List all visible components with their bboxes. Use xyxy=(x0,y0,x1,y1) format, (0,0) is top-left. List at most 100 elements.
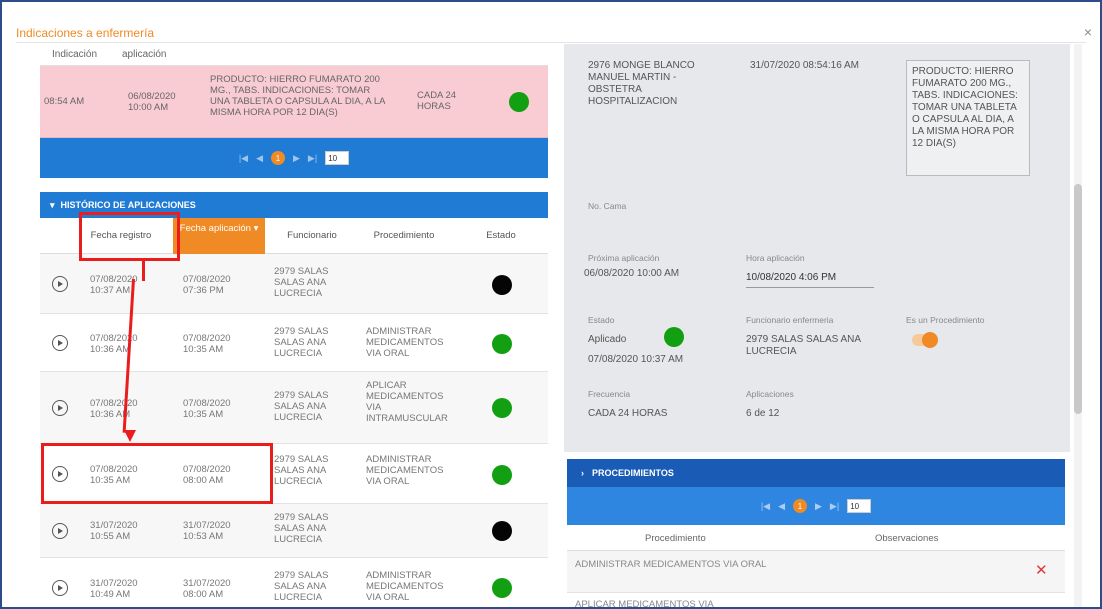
play-icon[interactable] xyxy=(52,580,68,596)
scrollbar[interactable] xyxy=(1074,44,1082,607)
table-row[interactable]: 07/08/2020 10:36 AM 07/08/2020 10:35 AM … xyxy=(40,314,548,372)
cell-procedimiento: ADMINISTRAR MEDICAMENTOS VIA ORAL xyxy=(366,326,444,359)
pager-current-page[interactable]: 1 xyxy=(271,151,285,165)
cell-registro: 07/08/2020 10:36 AM xyxy=(90,333,138,355)
medico-value: 2976 MONGE BLANCO MANUEL MARTIN - OBSTET… xyxy=(588,60,695,107)
play-icon[interactable] xyxy=(52,523,68,539)
cell-funcionario: 2979 SALAS SALAS ANA LUCRECIA xyxy=(274,266,329,299)
left-panel: Indicación aplicación 08:54 AM 06/08/202… xyxy=(40,44,548,607)
detail-panel: 2976 MONGE BLANCO MANUEL MARTIN - OBSTET… xyxy=(564,44,1070,452)
cell-aplicacion: 31/07/2020 10:53 AM xyxy=(183,520,231,542)
annotation-arrowhead xyxy=(124,430,136,442)
cell-registro: 07/08/2020 10:37 AM xyxy=(90,274,138,296)
table-row[interactable]: 31/07/2020 10:49 AM 31/07/2020 08:00 AM … xyxy=(40,558,548,607)
play-icon[interactable] xyxy=(52,276,68,292)
status-dot xyxy=(492,334,512,354)
cell-procedimiento: ADMINISTRAR MEDICAMENTOS VIA ORAL xyxy=(366,454,444,487)
proxima-value: 06/08/2020 10:00 AM xyxy=(584,268,680,279)
status-dot xyxy=(492,398,512,418)
cell-procedimiento: APLICAR MEDICAMENTOS VIA xyxy=(575,599,714,609)
procedimientos-pager: |◀ ◀ 1 ▶ ▶| 10 xyxy=(567,487,1065,525)
pager-current-page[interactable]: 1 xyxy=(793,499,807,513)
modal-title: Indicaciones a enfermería xyxy=(16,26,155,40)
status-dot xyxy=(492,465,512,485)
pager-next-icon[interactable]: ▶ xyxy=(293,153,300,164)
cell-aplicacion: 07/08/2020 10:35 AM xyxy=(183,398,231,420)
play-icon[interactable] xyxy=(52,400,68,416)
table-row[interactable]: ADMINISTRAR MEDICAMENTOS VIA ORAL ✕ xyxy=(567,551,1065,593)
pager-last-icon[interactable]: ▶| xyxy=(830,501,839,512)
col-fecha-aplicacion-sorted[interactable]: Fecha aplicación ▾ xyxy=(173,218,265,254)
divider xyxy=(16,42,1086,43)
page-size-select[interactable]: 10 xyxy=(325,151,350,165)
table-row[interactable]: 31/07/2020 10:55 AM 31/07/2020 10:53 AM … xyxy=(40,504,548,558)
frecuencia-value: CADA 24 HORAS xyxy=(588,408,668,419)
estado-value: Aplicado xyxy=(588,334,627,345)
chevron-down-icon: ▾ xyxy=(50,199,55,210)
status-dot xyxy=(492,275,512,295)
next-application: 06/08/2020 10:00 AM xyxy=(128,91,176,113)
funcionario-value: 2979 SALAS SALAS ANA LUCRECIA xyxy=(746,334,861,357)
estado-fecha: 07/08/2020 10:37 AM xyxy=(588,354,684,365)
col-observaciones[interactable]: Observaciones xyxy=(875,533,938,544)
historico-title: HISTÓRICO DE APLICACIONES xyxy=(60,200,196,210)
modal-window: Indicaciones a enfermería × Indicación a… xyxy=(0,0,1102,609)
cell-registro: 07/08/2020 10:36 AM xyxy=(90,398,138,420)
cell-funcionario: 2979 SALAS SALAS ANA LUCRECIA xyxy=(274,390,329,423)
delete-icon[interactable]: ✕ xyxy=(1035,561,1048,579)
col-estado[interactable]: Estado xyxy=(476,230,526,241)
product-description: PRODUCTO: HIERRO FUMARATO 200 MG., TABS.… xyxy=(210,74,385,118)
play-icon[interactable] xyxy=(52,335,68,351)
frequency: CADA 24 HORAS xyxy=(417,90,457,112)
pager-last-icon[interactable]: ▶| xyxy=(308,153,317,164)
pager-next-icon[interactable]: ▶ xyxy=(815,501,822,512)
annotation-arrow xyxy=(142,261,145,281)
hora-label: Hora aplicación xyxy=(746,253,805,263)
table-row[interactable]: APLICAR MEDICAMENTOS VIA xyxy=(567,593,1065,609)
table-row[interactable]: 07/08/2020 10:36 AM 07/08/2020 10:35 AM … xyxy=(40,372,548,444)
cell-funcionario: 2979 SALAS SALAS ANA LUCRECIA xyxy=(274,570,329,603)
hora-input[interactable]: 10/08/2020 4:06 PM xyxy=(746,272,874,288)
cell-registro: 31/07/2020 10:49 AM xyxy=(90,578,138,600)
cell-funcionario: 2979 SALAS SALAS ANA LUCRECIA xyxy=(274,512,329,545)
pager-prev-icon[interactable]: ◀ xyxy=(256,153,263,164)
cell-funcionario: 2979 SALAS SALAS ANA LUCRECIA xyxy=(274,326,329,359)
product-detail-box: PRODUCTO: HIERRO FUMARATO 200 MG., TABS.… xyxy=(906,60,1030,176)
col-funcionario[interactable]: Funcionario xyxy=(274,230,350,241)
status-dot xyxy=(492,578,512,598)
cell-registro: 31/07/2020 10:55 AM xyxy=(90,520,138,542)
scrollbar-thumb[interactable] xyxy=(1074,184,1082,414)
current-table-header: Indicación aplicación xyxy=(40,44,548,66)
funcionario-label: Funcionario enfermeria xyxy=(746,315,834,325)
close-icon[interactable]: × xyxy=(1084,24,1092,40)
cell-funcionario: 2979 SALAS SALAS ANA LUCRECIA xyxy=(274,454,329,487)
cell-aplicacion: 31/07/2020 08:00 AM xyxy=(183,578,231,600)
header-indicacion: Indicación xyxy=(52,49,98,60)
pager-prev-icon[interactable]: ◀ xyxy=(778,501,785,512)
col-procedimiento[interactable]: Procedimiento xyxy=(645,533,706,544)
es-procedimiento-toggle[interactable] xyxy=(912,332,938,348)
indication-time: 08:54 AM xyxy=(44,96,85,107)
proxima-label: Próxima aplicación xyxy=(588,253,660,263)
col-procedimiento[interactable]: Procedimiento xyxy=(362,230,446,241)
procedimientos-section-header[interactable]: › PROCEDIMIENTOS xyxy=(567,459,1065,487)
cell-aplicacion: 07/08/2020 10:35 AM xyxy=(183,333,231,355)
procedimientos-table-header: Procedimiento Observaciones xyxy=(567,525,1065,551)
aplicaciones-label: Aplicaciones xyxy=(746,389,794,399)
table-row[interactable]: 07/08/2020 10:37 AM 07/08/2020 07:36 PM … xyxy=(40,254,548,314)
chevron-right-icon: › xyxy=(581,468,584,478)
procedimientos-title: PROCEDIMIENTOS xyxy=(592,468,674,478)
cama-label: No. Cama xyxy=(588,201,627,211)
page-size-select[interactable]: 10 xyxy=(847,499,872,513)
status-dot xyxy=(492,521,512,541)
status-dot xyxy=(509,92,529,112)
pager-first-icon[interactable]: |◀ xyxy=(761,501,770,512)
current-indication-row[interactable]: 08:54 AM 06/08/2020 10:00 AM PRODUCTO: H… xyxy=(40,66,548,138)
frecuencia-label: Frecuencia xyxy=(588,389,631,399)
estado-dot xyxy=(664,327,684,347)
pager-first-icon[interactable]: |◀ xyxy=(239,153,248,164)
cell-procedimiento: ADMINISTRAR MEDICAMENTOS VIA ORAL xyxy=(366,570,444,603)
es-procedimiento-label: Es un Procedimiento xyxy=(906,315,985,325)
cell-aplicacion: 07/08/2020 07:36 PM xyxy=(183,274,231,296)
sort-desc-icon: ▾ xyxy=(253,223,259,234)
